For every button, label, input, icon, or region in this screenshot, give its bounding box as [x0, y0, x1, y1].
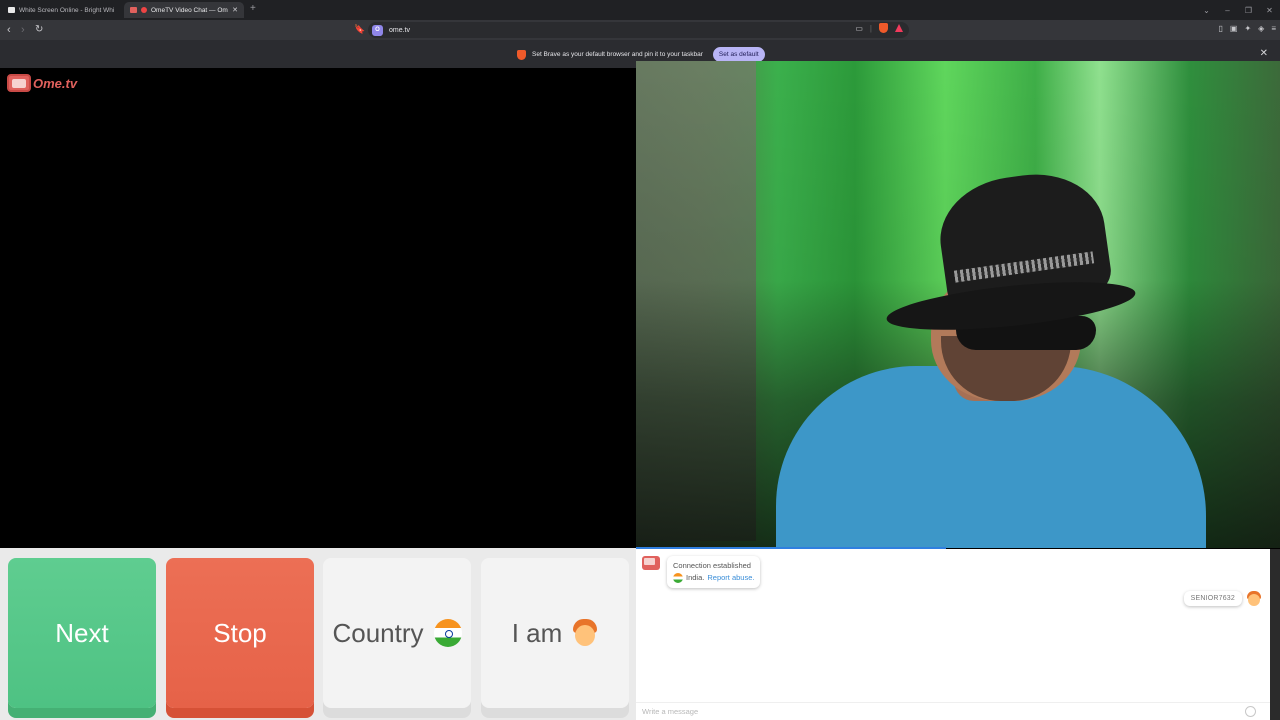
report-abuse-link[interactable]: Report abuse.	[707, 572, 754, 584]
forward-icon[interactable]: ›	[21, 23, 25, 37]
recording-icon	[141, 7, 147, 13]
wallet-icon[interactable]: ▣	[1230, 24, 1238, 33]
next-button[interactable]: Next	[8, 558, 156, 708]
close-window-icon[interactable]: ✕	[1259, 6, 1280, 15]
iam-label: I am	[511, 617, 563, 648]
sidebar-icon[interactable]: ▯	[1219, 24, 1223, 33]
tv-icon	[7, 74, 31, 92]
india-flag-icon	[673, 573, 683, 583]
vpn-icon[interactable]: ◈	[1258, 24, 1264, 33]
control-panel: Next Stop Country I am	[0, 548, 636, 720]
message-input-bar	[636, 702, 1270, 720]
brave-logo-icon	[517, 49, 526, 60]
connection-status: Connection established	[673, 561, 751, 570]
reload-icon[interactable]: ↻	[35, 23, 43, 37]
logo-text: Ome.tv	[33, 75, 78, 91]
right-toolbar-icons: ▯ ▣ ✦ ◈ ≡	[1219, 24, 1277, 33]
tab-label: White Screen Online - Bright White L	[19, 6, 114, 14]
set-as-default-button[interactable]: Set as default	[712, 47, 765, 62]
gender-button[interactable]: I am	[481, 558, 629, 708]
stop-button[interactable]: Stop	[166, 558, 314, 708]
ometv-chat-logo-icon	[642, 556, 660, 570]
back-icon[interactable]: ‹	[7, 23, 11, 37]
brave-rewards-icon[interactable]	[895, 24, 903, 32]
emoji-icon[interactable]	[1245, 706, 1256, 717]
bookmark-icon[interactable]: 🔖	[354, 24, 365, 35]
next-label: Next	[55, 617, 109, 648]
window-controls: ⌄ – ❐ ✕	[1196, 0, 1280, 20]
ometv-logo[interactable]: Ome.tv	[7, 74, 77, 92]
message-input[interactable]	[642, 707, 1222, 716]
brave-shields-icon[interactable]	[879, 23, 888, 33]
site-info-icon[interactable]: O	[372, 24, 383, 36]
infobar-message: Set Brave as your default browser and pi…	[532, 51, 703, 58]
cast-icon[interactable]: ▭	[855, 24, 863, 33]
minimize-icon[interactable]: –	[1217, 6, 1238, 15]
url-text[interactable]: ome.tv	[389, 27, 410, 34]
tab-search-icon[interactable]: ⌄	[1196, 6, 1217, 15]
leo-ai-icon[interactable]: ✦	[1244, 24, 1251, 33]
ometv-favicon-icon	[130, 7, 137, 13]
stranger-avatar-icon	[1247, 591, 1261, 606]
stop-label: Stop	[213, 617, 267, 648]
country-label: Country	[332, 617, 424, 648]
tab-ometv[interactable]: OmeTV Video Chat — Omeg ✕	[124, 2, 244, 18]
browser-tab-bar: White Screen Online - Bright White L Ome…	[0, 0, 1280, 20]
tab-white-screen[interactable]: White Screen Online - Bright White L	[2, 2, 120, 18]
restore-icon[interactable]: ❐	[1238, 6, 1259, 15]
country-button[interactable]: Country	[323, 558, 471, 708]
chat-panel: Connection established India. Report abu…	[636, 549, 1280, 720]
tab-label: OmeTV Video Chat — Omeg	[151, 6, 229, 14]
stranger-video	[636, 61, 1280, 548]
close-tab-icon[interactable]: ✕	[232, 6, 238, 14]
india-flag-icon	[433, 619, 462, 647]
separator: |	[869, 23, 872, 33]
page-icon	[8, 7, 15, 13]
ometv-page: Ome.tv Next Stop Country I am Connection…	[0, 61, 1280, 720]
system-message: Connection established India. Report abu…	[667, 556, 761, 588]
address-bar[interactable]: O ome.tv ▭ |	[368, 22, 909, 38]
menu-icon[interactable]: ≡	[1271, 24, 1276, 33]
chat-scrollbar[interactable]	[1270, 549, 1280, 720]
browser-toolbar: ‹ › ↻ 🔖 O ome.tv ▭ | ▯ ▣ ✦ ◈ ≡	[0, 20, 1280, 40]
boy-avatar-icon	[572, 619, 598, 647]
stranger-country: India.	[686, 573, 705, 582]
new-tab-icon[interactable]: +	[250, 3, 256, 14]
stranger-username: SENIOR7632	[1183, 591, 1242, 606]
close-infobar-icon[interactable]: ✕	[1260, 48, 1268, 59]
